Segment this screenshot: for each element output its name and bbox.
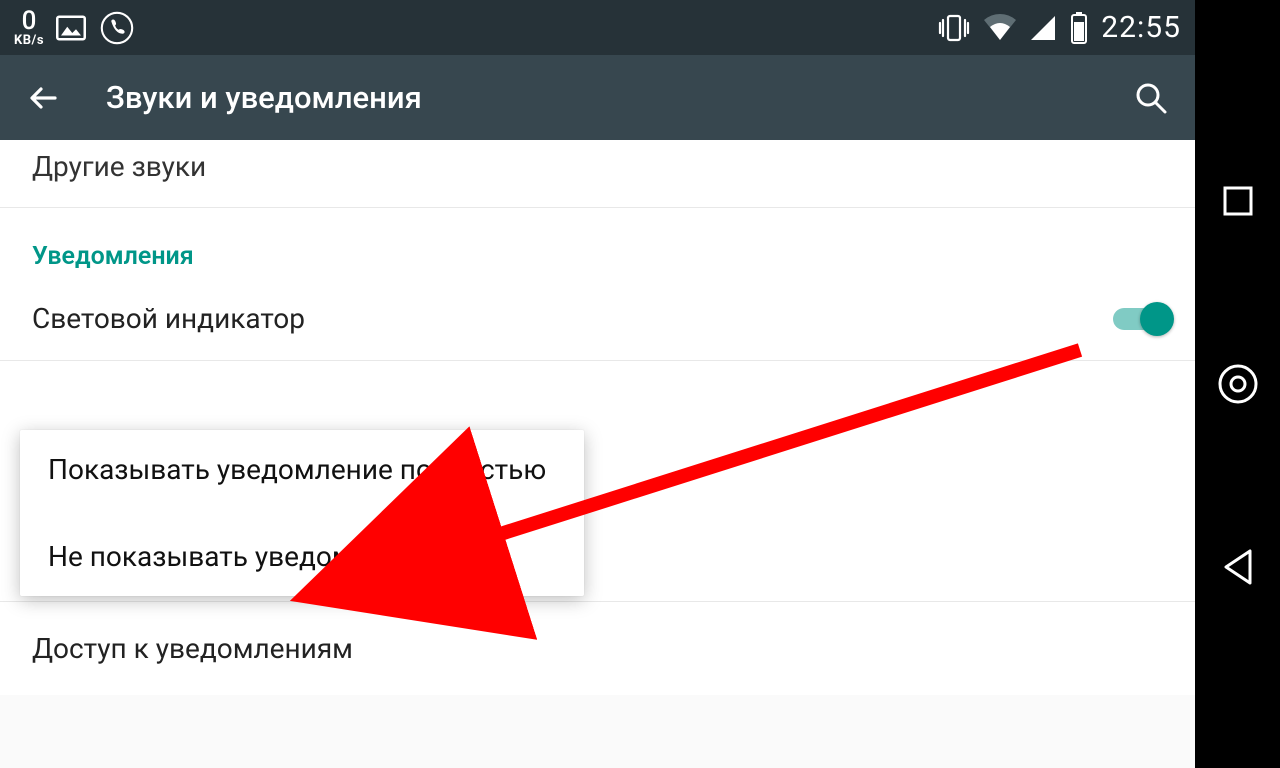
clock: 22:55	[1101, 10, 1181, 45]
nav-recent-apps-button[interactable]	[1208, 171, 1268, 231]
nav-home-button[interactable]	[1208, 354, 1268, 414]
item-label: Световой индикатор	[32, 302, 305, 335]
screen: 0 KB/s	[0, 0, 1195, 768]
home-icon	[1215, 361, 1261, 407]
led-indicator-switch[interactable]	[1113, 308, 1169, 330]
image-icon	[56, 15, 86, 41]
popup-option-label: Не показывать уведомления	[48, 540, 431, 573]
vibrate-icon	[937, 13, 971, 43]
popup-option-label: Показывать уведомление полностью	[48, 453, 546, 486]
back-button[interactable]	[8, 77, 80, 119]
item-led-indicator[interactable]: Световой индикатор	[0, 277, 1195, 361]
device-frame: 0 KB/s	[0, 0, 1280, 768]
status-right: 22:55	[937, 10, 1181, 45]
settings-content: Другие звуки Уведомления Световой индика…	[0, 140, 1195, 768]
network-speed-unit: KB/s	[14, 34, 44, 47]
popup-option-show-full[interactable]: Показывать уведомление полностью	[20, 430, 584, 509]
switch-knob	[1140, 302, 1174, 336]
network-speed-indicator: 0 KB/s	[14, 8, 44, 47]
status-bar: 0 KB/s	[0, 0, 1195, 55]
viber-icon	[98, 9, 136, 47]
cellular-signal-icon	[1029, 14, 1057, 42]
item-other-sounds[interactable]: Другие звуки	[0, 140, 1195, 208]
section-header-notifications: Уведомления	[0, 208, 1195, 277]
item-notification-access[interactable]: Доступ к уведомлениям	[0, 602, 1195, 695]
search-icon	[1131, 78, 1171, 118]
item-label: Другие звуки	[32, 150, 206, 183]
nav-back-icon	[1220, 547, 1256, 587]
system-nav-bar	[1195, 0, 1280, 768]
status-left: 0 KB/s	[14, 8, 136, 47]
recent-apps-icon	[1221, 184, 1255, 218]
page-title: Звуки и уведомления	[106, 79, 422, 116]
item-label: Доступ к уведомлениям	[32, 632, 353, 665]
popup-option-hide[interactable]: Не показывать уведомления	[20, 517, 584, 596]
nav-back-button[interactable]	[1208, 537, 1268, 597]
lockscreen-notification-popup: Показывать уведомление полностью Не пока…	[20, 430, 584, 596]
network-speed-value: 0	[22, 8, 37, 34]
action-bar: Звуки и уведомления	[0, 55, 1195, 140]
wifi-icon	[983, 14, 1017, 42]
battery-icon	[1069, 12, 1089, 44]
arrow-back-icon	[23, 77, 65, 119]
search-button[interactable]	[1115, 78, 1187, 118]
